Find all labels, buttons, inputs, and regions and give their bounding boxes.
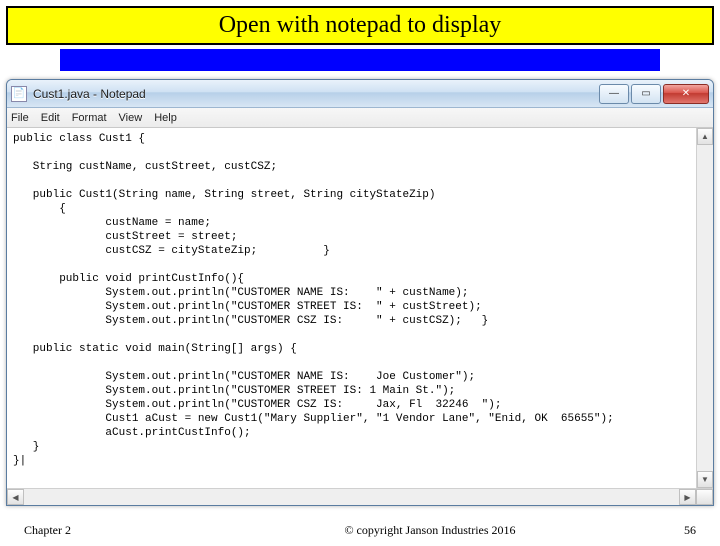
window-title: Cust1.java - Notepad: [33, 87, 597, 101]
blue-underline-strip: [60, 49, 660, 71]
slide-banner: Open with notepad to display: [6, 6, 714, 45]
scroll-left-icon[interactable]: ◀: [7, 489, 24, 505]
close-button[interactable]: ✕: [663, 84, 709, 104]
notepad-window: 📄 Cust1.java - Notepad — ▭ ✕ File Edit F…: [6, 79, 714, 506]
menubar: File Edit Format View Help: [7, 108, 713, 128]
menu-help[interactable]: Help: [154, 112, 177, 124]
maximize-button[interactable]: ▭: [631, 84, 661, 104]
editor-area: public class Cust1 { String custName, cu…: [7, 128, 713, 488]
footer-copyright: © copyright Janson Industries 2016: [224, 523, 636, 538]
scroll-right-icon[interactable]: ▶: [679, 489, 696, 505]
minimize-button[interactable]: —: [599, 84, 629, 104]
scroll-h-track[interactable]: [24, 489, 679, 505]
menu-file[interactable]: File: [11, 112, 29, 124]
notepad-app-icon: 📄: [11, 86, 27, 102]
window-controls: — ▭ ✕: [597, 84, 709, 104]
horizontal-scrollbar[interactable]: ◀ ▶: [7, 488, 713, 505]
vertical-scrollbar[interactable]: ▲ ▼: [696, 128, 713, 488]
footer-chapter: Chapter 2: [24, 523, 224, 538]
scroll-up-icon[interactable]: ▲: [697, 128, 713, 145]
slide-footer: Chapter 2 © copyright Janson Industries …: [0, 523, 720, 538]
titlebar[interactable]: 📄 Cust1.java - Notepad — ▭ ✕: [7, 80, 713, 108]
text-editor[interactable]: public class Cust1 { String custName, cu…: [7, 128, 696, 488]
footer-page-number: 56: [636, 523, 696, 538]
menu-edit[interactable]: Edit: [41, 112, 60, 124]
resize-grip-icon[interactable]: [696, 489, 713, 505]
menu-format[interactable]: Format: [72, 112, 107, 124]
menu-view[interactable]: View: [119, 112, 143, 124]
scroll-down-icon[interactable]: ▼: [697, 471, 713, 488]
